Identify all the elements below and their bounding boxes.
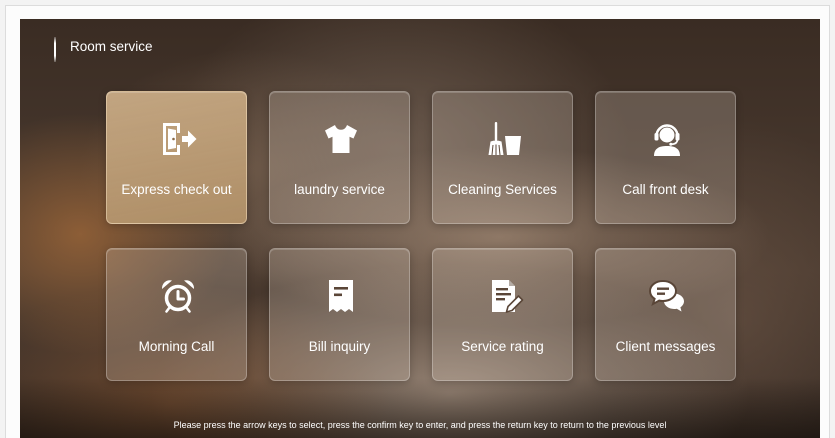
- service-tile-cleaning-services[interactable]: Cleaning Services: [432, 91, 573, 224]
- navigation-hint: Please press the arrow keys to select, p…: [173, 420, 667, 430]
- receipt-icon: [328, 280, 353, 312]
- service-tile-service-rating[interactable]: Service rating: [432, 248, 573, 381]
- page-title: Room service: [70, 39, 153, 54]
- service-tile-express-check-out[interactable]: Express check out: [106, 91, 247, 224]
- tshirt-icon: [324, 125, 357, 153]
- service-label: laundry service: [294, 182, 385, 197]
- document-edit-icon: [491, 280, 523, 313]
- service-tile-bill-inquiry[interactable]: Bill inquiry: [269, 248, 410, 381]
- service-label: Service rating: [461, 339, 544, 354]
- service-tile-call-front-desk[interactable]: Call front desk: [595, 91, 736, 224]
- title-accent-line: [54, 37, 56, 62]
- chat-bubbles-icon: [648, 279, 684, 312]
- service-tile-laundry-service[interactable]: laundry service: [269, 91, 410, 224]
- room-service-screen: Room service Express check out laundry s…: [20, 19, 820, 438]
- broom-bucket-icon: [488, 122, 521, 156]
- service-label: Call front desk: [622, 182, 709, 197]
- service-label: Cleaning Services: [448, 182, 557, 197]
- service-tile-morning-call[interactable]: Morning Call: [106, 248, 247, 381]
- service-label: Bill inquiry: [308, 339, 371, 354]
- exit-door-icon: [162, 123, 196, 155]
- headset-agent-icon: [653, 124, 680, 156]
- service-label: Morning Call: [138, 339, 215, 354]
- service-label: Express check out: [121, 182, 232, 197]
- alarm-clock-icon: [161, 280, 194, 313]
- service-grid: Express check out laundry service Cleani…: [106, 91, 736, 381]
- service-label: Client messages: [615, 339, 716, 354]
- service-tile-client-messages[interactable]: Client messages: [595, 248, 736, 381]
